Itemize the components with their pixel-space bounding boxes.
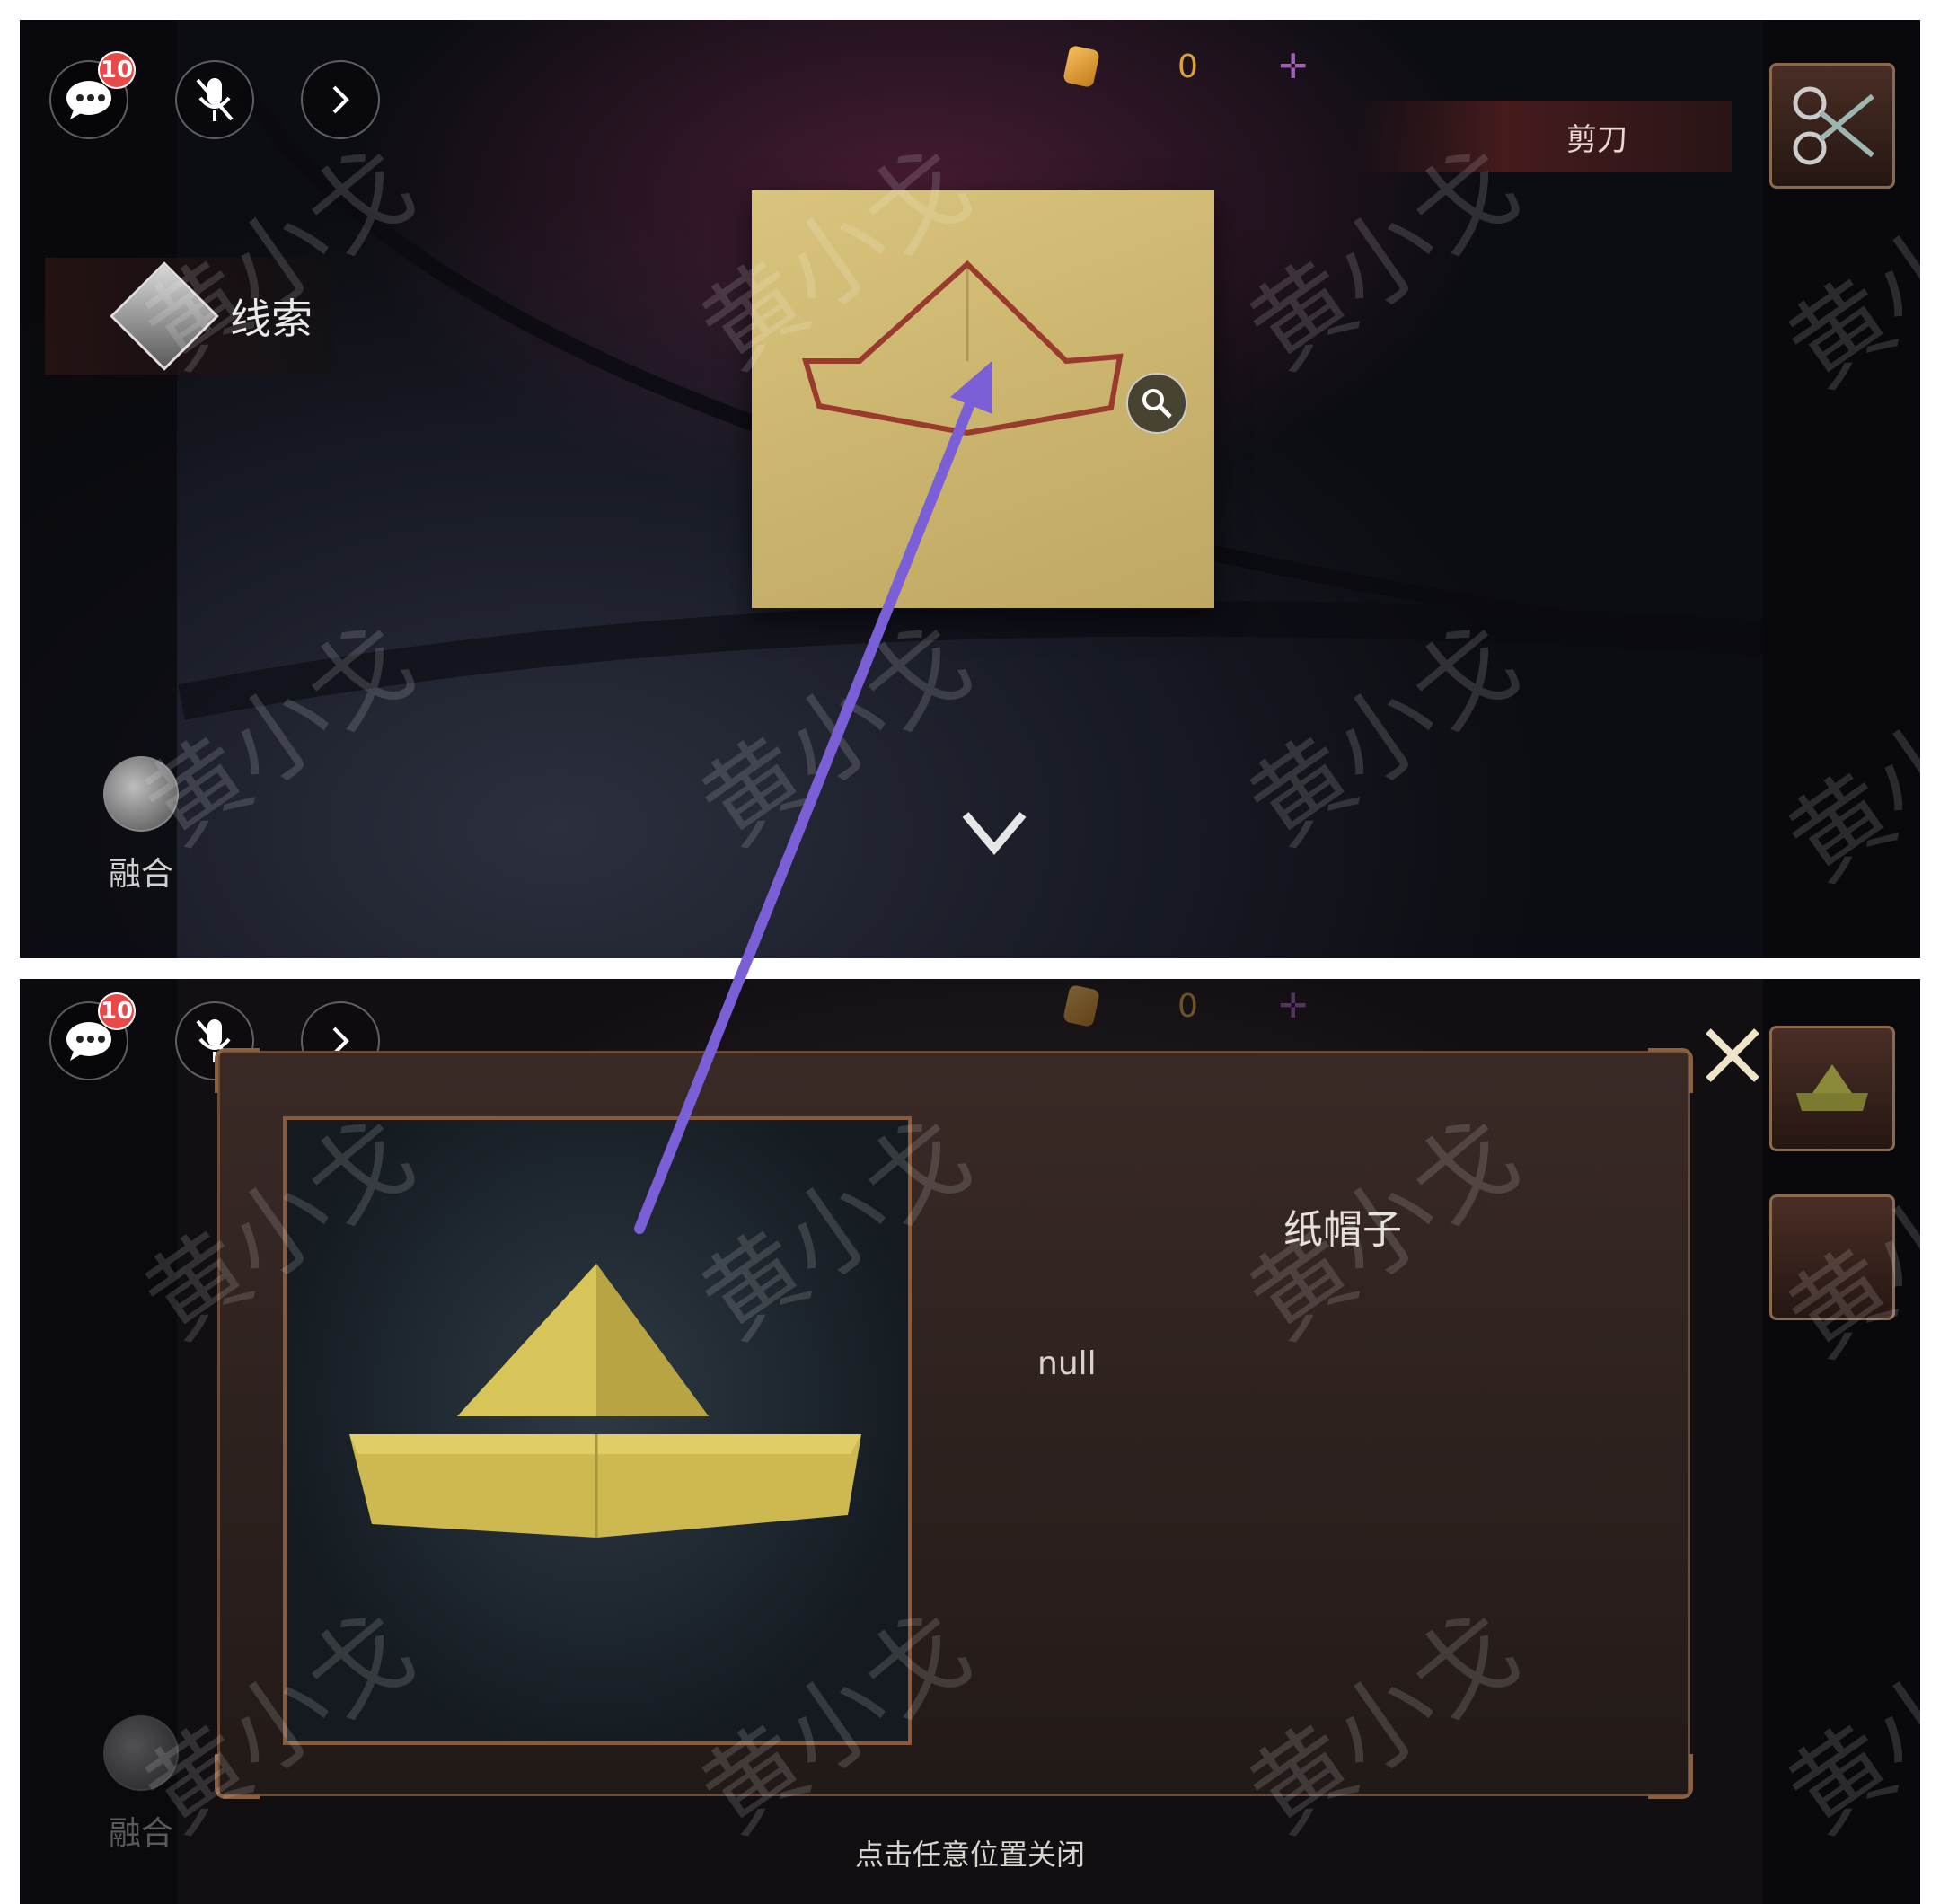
ornament-corner xyxy=(215,1048,260,1093)
item-image-frame xyxy=(283,1116,912,1745)
clue-tab-label: 线索 xyxy=(230,295,313,343)
fuse-swirl-icon xyxy=(103,1715,179,1791)
chevron-down-icon xyxy=(962,812,1027,855)
item-name-tooltip: 剪刀 xyxy=(1354,101,1732,172)
currency-value: 0 xyxy=(1177,987,1198,1025)
currency-display: 0 ✛ xyxy=(1063,44,1308,89)
currency-value: 0 xyxy=(1177,48,1198,85)
scissors-icon xyxy=(1793,86,1874,165)
coin-icon xyxy=(1063,44,1100,89)
item-detail-dialog[interactable]: 纸帽子 null xyxy=(215,1048,1693,1799)
magnifier-icon xyxy=(1142,389,1172,419)
coin-icon xyxy=(1063,983,1100,1028)
expand-button[interactable] xyxy=(301,60,380,139)
top-game-screen: 10 0 ✛ 线索 融合 剪刀 xyxy=(20,20,1920,958)
plus-icon[interactable]: ✛ xyxy=(1279,986,1308,1026)
fuse-label: 融合 xyxy=(108,856,173,893)
chat-button[interactable]: 10 xyxy=(49,51,136,139)
ornament-corner xyxy=(215,1754,260,1799)
chat-badge: 10 xyxy=(98,51,136,89)
inventory-slot-scissors[interactable] xyxy=(1769,63,1895,189)
close-icon xyxy=(1706,1028,1759,1082)
mic-muted-icon xyxy=(196,78,234,121)
clue-diamond-icon xyxy=(110,261,219,371)
collapse-button[interactable] xyxy=(958,806,1030,863)
bottom-game-screen: 10 0 ✛ 融合 纸帽子 null 点击任意位置关闭 xyxy=(20,979,1920,1904)
plus-icon[interactable]: ✛ xyxy=(1279,47,1308,86)
mic-button[interactable] xyxy=(175,60,254,139)
fuse-button[interactable]: 融合 xyxy=(83,756,199,895)
paper-hat-image xyxy=(349,1264,861,1538)
chat-badge: 10 xyxy=(98,992,136,1030)
close-hint[interactable]: 点击任意位置关闭 xyxy=(20,1832,1920,1873)
item-tip-label: 剪刀 xyxy=(1566,121,1627,158)
fuse-swirl-icon xyxy=(103,756,179,832)
inventory-slot-empty[interactable] xyxy=(1769,1194,1895,1320)
chat-button[interactable]: 10 xyxy=(49,992,136,1080)
paper-hat-icon xyxy=(1796,1064,1868,1111)
inventory-slot-paper-hat[interactable] xyxy=(1769,1026,1895,1151)
item-description: null xyxy=(1037,1345,1097,1382)
item-title: 纸帽子 xyxy=(1283,1207,1402,1253)
ornament-corner xyxy=(1648,1048,1693,1093)
currency-display: 0 ✛ xyxy=(1063,983,1308,1028)
ornament-corner xyxy=(1648,1754,1693,1799)
close-button[interactable] xyxy=(1701,1024,1764,1090)
magnifier-button[interactable] xyxy=(1126,373,1187,434)
clue-tab[interactable]: 线索 xyxy=(45,258,332,375)
chevron-right-icon xyxy=(332,85,349,114)
